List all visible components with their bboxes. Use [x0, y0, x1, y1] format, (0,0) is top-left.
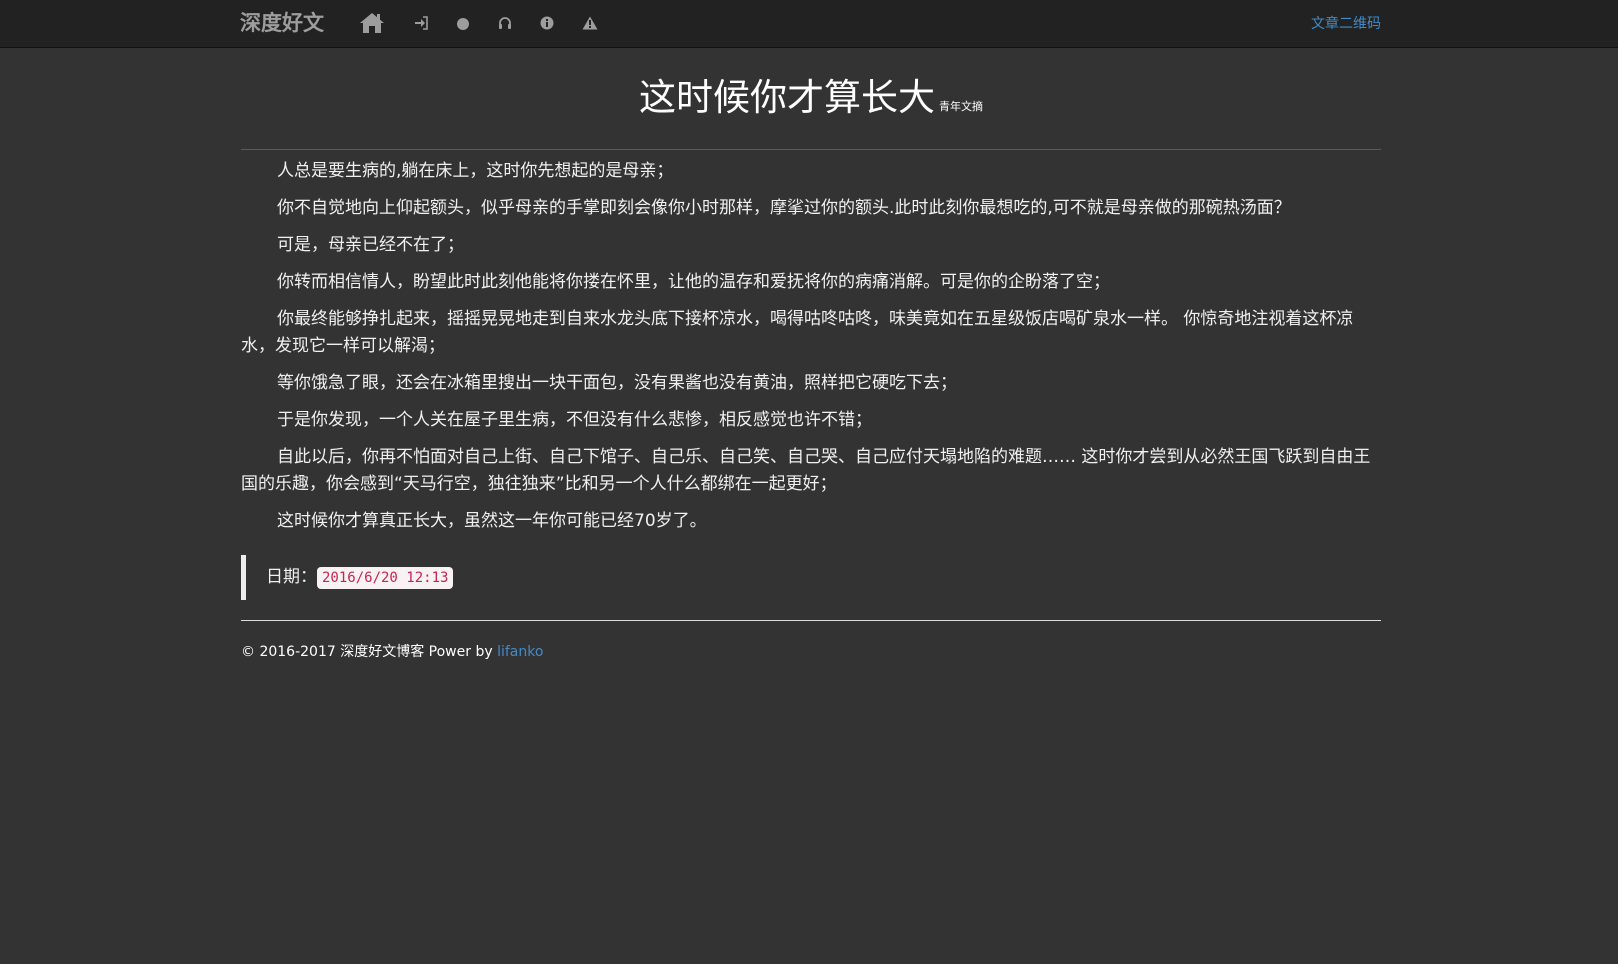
article-paragraph: 可是，母亲已经不在了；	[277, 235, 464, 255]
date-blockquote: 日期： 2016/6/20 12:13	[241, 555, 1381, 600]
article-title-heading: 这时候你才算长大 青年文摘	[241, 72, 1381, 133]
footer-copyright: © 2016-2017 深度好文博客 Power by	[241, 644, 498, 660]
article-paragraph: 你不自觉地向上仰起额头，似乎母亲的手掌即刻会像你小时那样，摩挲过你的额头.此时此…	[277, 198, 1291, 218]
home-icon[interactable]	[359, 11, 385, 35]
article-paragraph: 你转而相信情人，盼望此时此刻他能将你搂在怀里，让他的温存和爱抚将你的病痛消解。可…	[277, 272, 1110, 292]
circle-icon[interactable]	[456, 17, 470, 31]
article-paragraph: 等你饿急了眼，还会在冰箱里搜出一块干面包，没有果酱也没有黄油，照样把它硬吃下去；	[277, 373, 957, 393]
warning-icon[interactable]	[582, 16, 598, 30]
date-label: 日期：	[266, 567, 317, 587]
article-paragraph: 这时候你才算真正长大，虽然这一年你可能已经70岁了。	[277, 511, 707, 531]
page-header: 这时候你才算长大 青年文摘	[241, 48, 1381, 150]
main-container: 这时候你才算长大 青年文摘 人总是要生病的,躺在床上，这时你先想起的是母亲； 你不…	[241, 48, 1381, 661]
article-source: 青年文摘	[939, 100, 983, 113]
info-icon[interactable]	[540, 16, 554, 30]
article-paragraph: 你最终能够挣扎起来，摇摇晃晃地走到自来水龙头底下接杯凉水，喝得咕咚咕咚，味美竟如…	[241, 309, 1354, 356]
article-title: 这时候你才算长大	[639, 76, 935, 119]
footer-author-link[interactable]: lifanko	[497, 644, 543, 660]
navbar: 深度好文 文章二维码	[0, 0, 1618, 48]
qr-code-link[interactable]: 文章二维码	[1311, 14, 1381, 34]
brand-link[interactable]: 深度好文	[240, 8, 324, 38]
article-body: 人总是要生病的,躺在床上，这时你先想起的是母亲； 你不自觉地向上仰起额头，似乎母…	[241, 158, 1381, 535]
article-paragraph: 自此以后，你再不怕面对自己上街、自己下馆子、自己乐、自己笑、自己哭、自己应付天塌…	[241, 447, 1371, 494]
article-paragraph: 于是你发现，一个人关在屋子里生病，不但没有什么悲惨，相反感觉也许不错；	[277, 410, 872, 430]
sign-in-icon[interactable]	[414, 16, 428, 30]
date-value: 2016/6/20 12:13	[317, 567, 454, 589]
footer: © 2016-2017 深度好文博客 Power by lifanko	[241, 620, 1381, 661]
headphones-icon[interactable]	[498, 16, 512, 30]
article-paragraph: 人总是要生病的,躺在床上，这时你先想起的是母亲；	[277, 161, 674, 181]
